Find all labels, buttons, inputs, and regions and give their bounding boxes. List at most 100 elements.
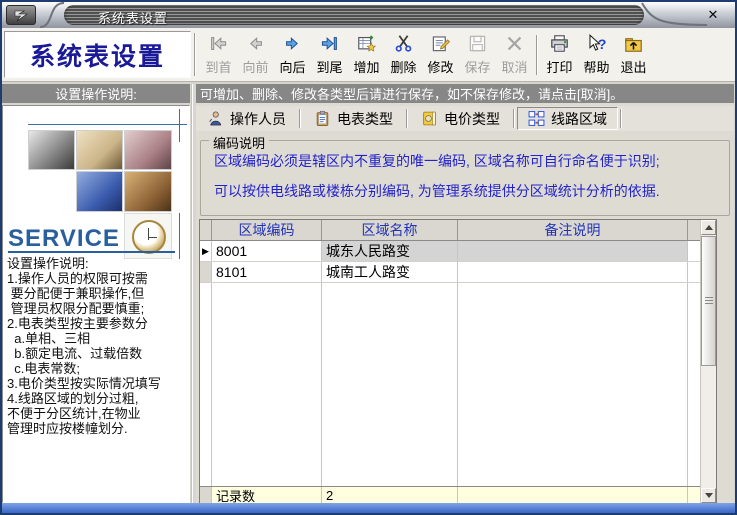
tab-separator xyxy=(406,109,408,128)
titlebar: 系统表设置 ✕ xyxy=(2,2,735,28)
notice-text: 可增加、删除、修改各类型后请进行保存，如不保存修改，请点击[取消]。 xyxy=(200,84,623,103)
next-icon xyxy=(282,34,303,56)
toolbar-button-label: 退出 xyxy=(620,57,646,76)
decor-line xyxy=(179,109,180,142)
service-brand-text: SERVICE xyxy=(8,225,175,253)
close-button[interactable]: ✕ xyxy=(703,6,723,23)
help-question-glyph: ? xyxy=(598,37,607,53)
groupbox-title: 编码说明 xyxy=(209,133,269,152)
cell-area-name: 城东人民路变 xyxy=(322,241,458,261)
toolbar-button-help[interactable]: ? 帮助 xyxy=(578,30,615,80)
sidebar-instructions: 设置操作说明: 1.操作人员的权限可按需 要分配便于兼职操作,但 管理员权限分配… xyxy=(7,256,188,436)
table-row[interactable]: ▶ 8101 城南工人路变 xyxy=(200,262,716,283)
toolbar-button-edit[interactable]: 修改 xyxy=(422,30,459,80)
scroll-up-icon xyxy=(705,225,713,230)
line-area-icon xyxy=(528,110,545,127)
toolbar-button-label: 增加 xyxy=(353,57,379,76)
decor-line xyxy=(28,124,187,125)
tab-separator xyxy=(513,109,515,128)
tab-separator xyxy=(299,109,301,128)
area-grid: 区域编码 区域名称 备注说明 ▶ 8001 城东人民路变 ▶ 8101 城南工人… xyxy=(199,219,717,504)
toolbar-button-prev[interactable]: 向前 xyxy=(237,30,274,80)
toolbar-button-delete[interactable]: 删除 xyxy=(385,30,422,80)
scroll-down-button[interactable] xyxy=(701,488,716,503)
tab-label: 电表类型 xyxy=(337,109,393,129)
column-header-name: 区域名称 xyxy=(322,220,458,240)
column-header-note: 备注说明 xyxy=(458,220,688,240)
tab-meter-types[interactable]: 电表类型 xyxy=(303,107,404,130)
toolbar-button-label: 修改 xyxy=(427,57,453,76)
toolbar-button-label: 打印 xyxy=(546,57,572,76)
grid-header-row: 区域编码 区域名称 备注说明 xyxy=(200,220,716,241)
encoding-groupbox: 编码说明 区域编码必须是辖区内不重复的唯一编码, 区域名称可自行命名便于识别; … xyxy=(200,140,730,216)
window-title: 系统表设置 xyxy=(98,8,168,27)
panel-divider xyxy=(191,84,193,503)
decor-line xyxy=(179,213,180,259)
toolbar-separator xyxy=(536,35,538,75)
app-title-panel: 系统表设置 xyxy=(4,31,191,78)
tab-line-areas[interactable]: 线路区域 xyxy=(517,107,618,130)
delete-scissors-icon xyxy=(393,34,414,56)
photo-keyboard xyxy=(76,171,123,212)
toolbar-button-last[interactable]: 到尾 xyxy=(311,30,348,80)
cell-area-code: 8101 xyxy=(212,262,322,282)
toolbar-button-label: 删除 xyxy=(390,57,416,76)
cell-area-code: 8001 xyxy=(212,241,322,261)
scrollbar-thumb[interactable] xyxy=(701,236,716,366)
scrollbar-grip-icon xyxy=(705,297,713,305)
save-icon xyxy=(467,34,488,56)
record-count-label: 记录数 xyxy=(212,487,322,503)
app-title: 系统表设置 xyxy=(30,37,165,73)
toolbar-button-exit[interactable]: 退出 xyxy=(615,30,652,80)
tab-strip: 操作人员 电表类型 电价类型 线路区域 xyxy=(196,106,734,131)
footer-gutter xyxy=(200,487,212,503)
operator-icon xyxy=(207,110,224,127)
sidebar-header-text: 设置操作说明: xyxy=(55,84,137,103)
toolbar-button-add[interactable]: 增加 xyxy=(348,30,385,80)
toolbar-button-cancel[interactable]: 取消 xyxy=(496,30,533,80)
groupbox-line1: 区域编码必须是辖区内不重复的唯一编码, 区域名称可自行命名便于识别; xyxy=(214,151,729,171)
meter-type-icon xyxy=(314,110,331,127)
cell-area-name: 城南工人路变 xyxy=(322,262,458,282)
tab-price-types[interactable]: 电价类型 xyxy=(410,107,511,130)
table-row[interactable]: ▶ 8001 城东人民路变 xyxy=(200,241,716,262)
add-icon xyxy=(356,34,377,56)
toolbar-button-first[interactable]: 到首 xyxy=(200,30,237,80)
toolbar-button-label: 保存 xyxy=(464,57,490,76)
tab-label: 电价类型 xyxy=(444,109,500,129)
grid-header-gutter xyxy=(200,220,212,240)
sidebar-header-bar: 设置操作说明: xyxy=(2,84,190,103)
edit-icon xyxy=(430,34,451,56)
toolbar-button-save[interactable]: 保存 xyxy=(459,30,496,80)
toolbar-button-next[interactable]: 向后 xyxy=(274,30,311,80)
scroll-up-button[interactable] xyxy=(701,220,716,235)
notice-bar: 可增加、删除、修改各类型后请进行保存，如不保存修改，请点击[取消]。 xyxy=(196,84,734,103)
vertical-scrollbar[interactable] xyxy=(700,220,716,503)
column-header-code: 区域编码 xyxy=(212,220,322,240)
photo-tools xyxy=(28,130,75,170)
close-icon: ✕ xyxy=(708,7,719,23)
tab-operators[interactable]: 操作人员 xyxy=(196,107,297,130)
price-type-icon xyxy=(421,110,438,127)
tab-label: 操作人员 xyxy=(230,109,286,129)
toolbar-button-label: 取消 xyxy=(501,57,527,76)
toolbar-button-label: 到尾 xyxy=(316,57,342,76)
cancel-icon xyxy=(504,34,525,56)
empty-gutter xyxy=(200,283,212,486)
row-indicator: ▶ xyxy=(200,241,212,261)
toolbar-buttons: 到首 向前 向后 到尾 增加 xyxy=(200,30,652,80)
photo-leather xyxy=(124,171,172,212)
row-indicator: ▶ xyxy=(200,262,212,282)
toolbar: 系统表设置 到首 向前 向后 到尾 xyxy=(2,28,735,82)
toolbar-separator xyxy=(194,33,196,76)
photo-instruments xyxy=(124,130,172,170)
exit-icon xyxy=(623,34,644,56)
footer-empty-cell xyxy=(458,487,688,503)
sidebar: SERVICE 设置操作说明: 1.操作人员的权限可按需 要分配便于兼职操作,但… xyxy=(2,105,190,503)
toolbar-button-label: 帮助 xyxy=(583,57,609,76)
grid-empty-area xyxy=(200,283,716,486)
toolbar-button-print[interactable]: 打印 xyxy=(541,30,578,80)
toolbar-button-label: 到首 xyxy=(205,57,231,76)
help-icon: ? xyxy=(586,34,607,56)
grid-footer-row: 记录数 2 xyxy=(200,486,716,503)
